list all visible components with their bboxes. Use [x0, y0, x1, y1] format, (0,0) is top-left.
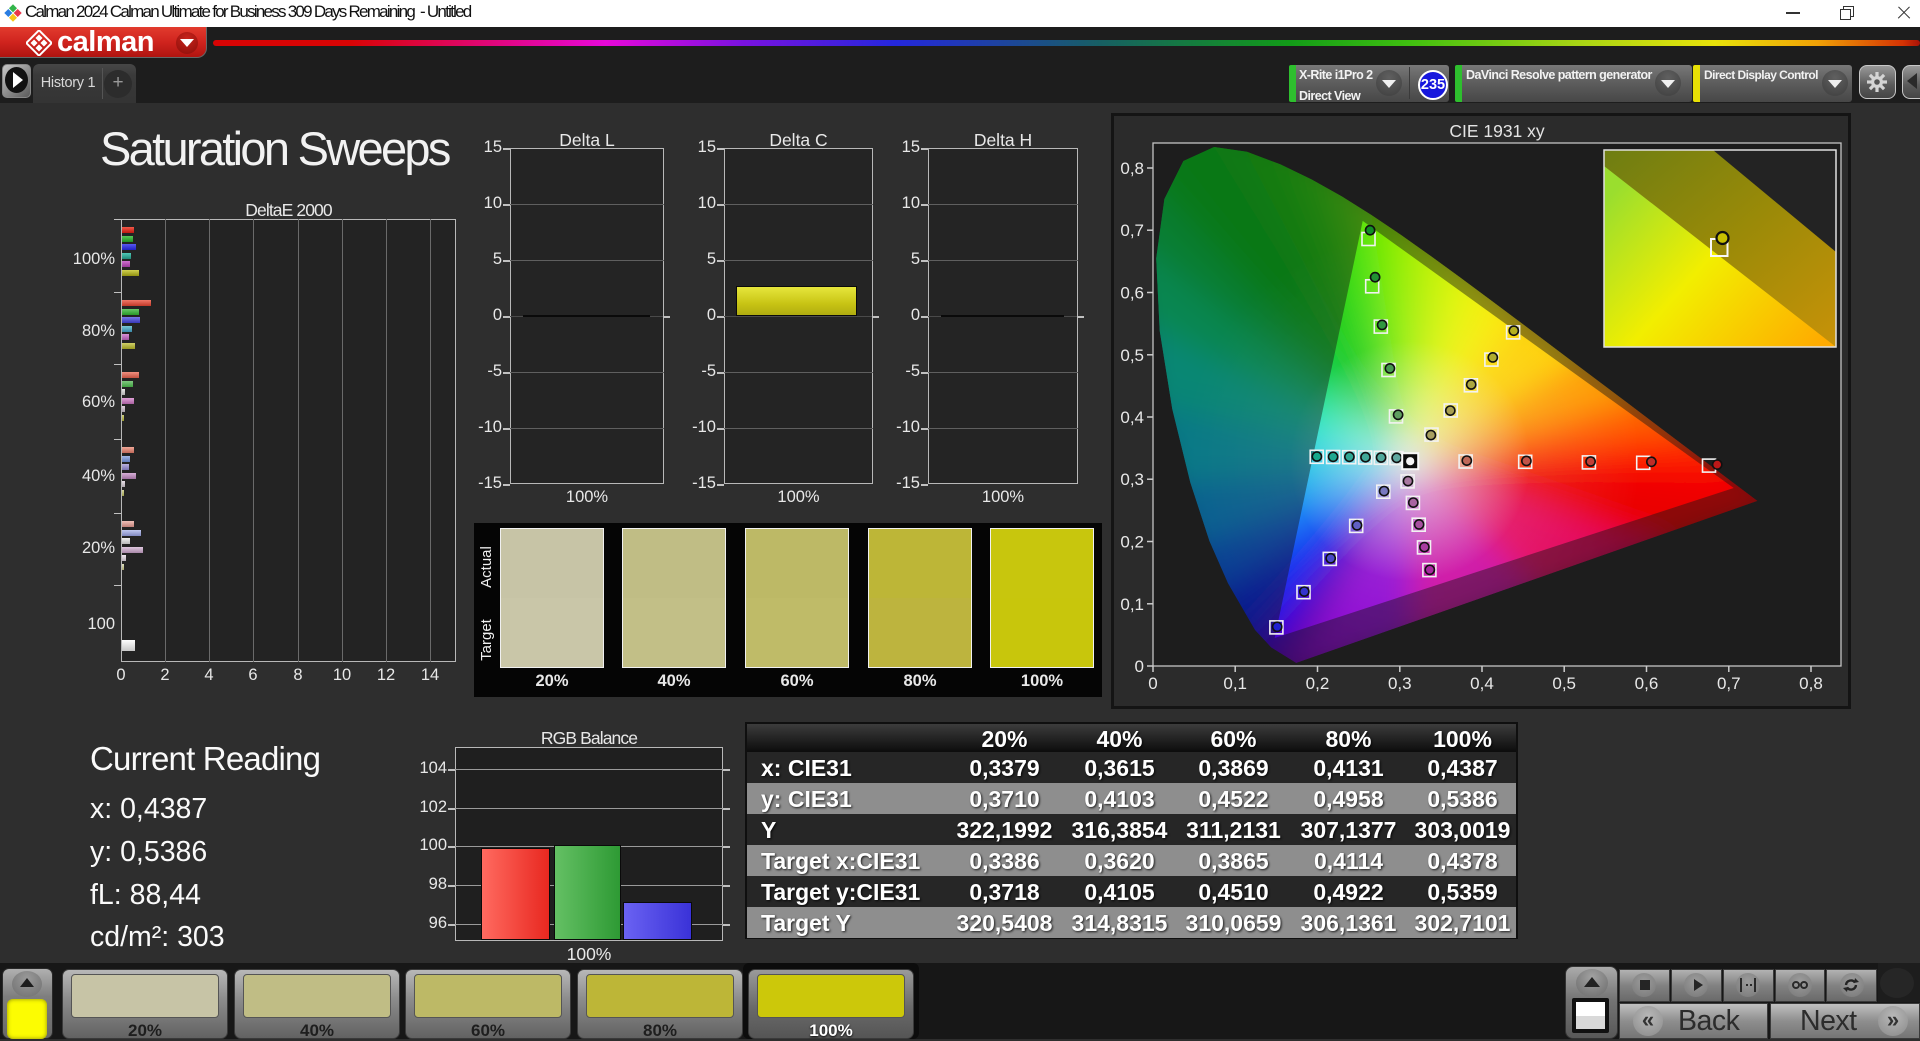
svg-text:0,3: 0,3 [1388, 674, 1412, 693]
svg-text:0,1: 0,1 [1223, 674, 1247, 693]
svg-text:0,4: 0,4 [1120, 408, 1144, 427]
svg-text:0,7: 0,7 [1120, 221, 1144, 240]
svg-text:0,8: 0,8 [1799, 674, 1823, 693]
svg-text:0: 0 [1135, 657, 1144, 676]
svg-text:0,2: 0,2 [1120, 533, 1144, 552]
svg-text:0,8: 0,8 [1120, 159, 1144, 178]
svg-text:0,2: 0,2 [1306, 674, 1330, 693]
svg-text:0,3: 0,3 [1120, 470, 1144, 489]
svg-text:0,7: 0,7 [1717, 674, 1741, 693]
svg-text:0,4: 0,4 [1470, 674, 1494, 693]
svg-text:0,6: 0,6 [1120, 284, 1144, 303]
svg-text:0: 0 [1148, 674, 1157, 693]
svg-text:0,6: 0,6 [1635, 674, 1659, 693]
svg-text:0,5: 0,5 [1120, 346, 1144, 365]
svg-text:0,1: 0,1 [1120, 595, 1144, 614]
svg-text:CIE 1931 xy: CIE 1931 xy [1449, 121, 1545, 141]
svg-text:0,5: 0,5 [1552, 674, 1576, 693]
